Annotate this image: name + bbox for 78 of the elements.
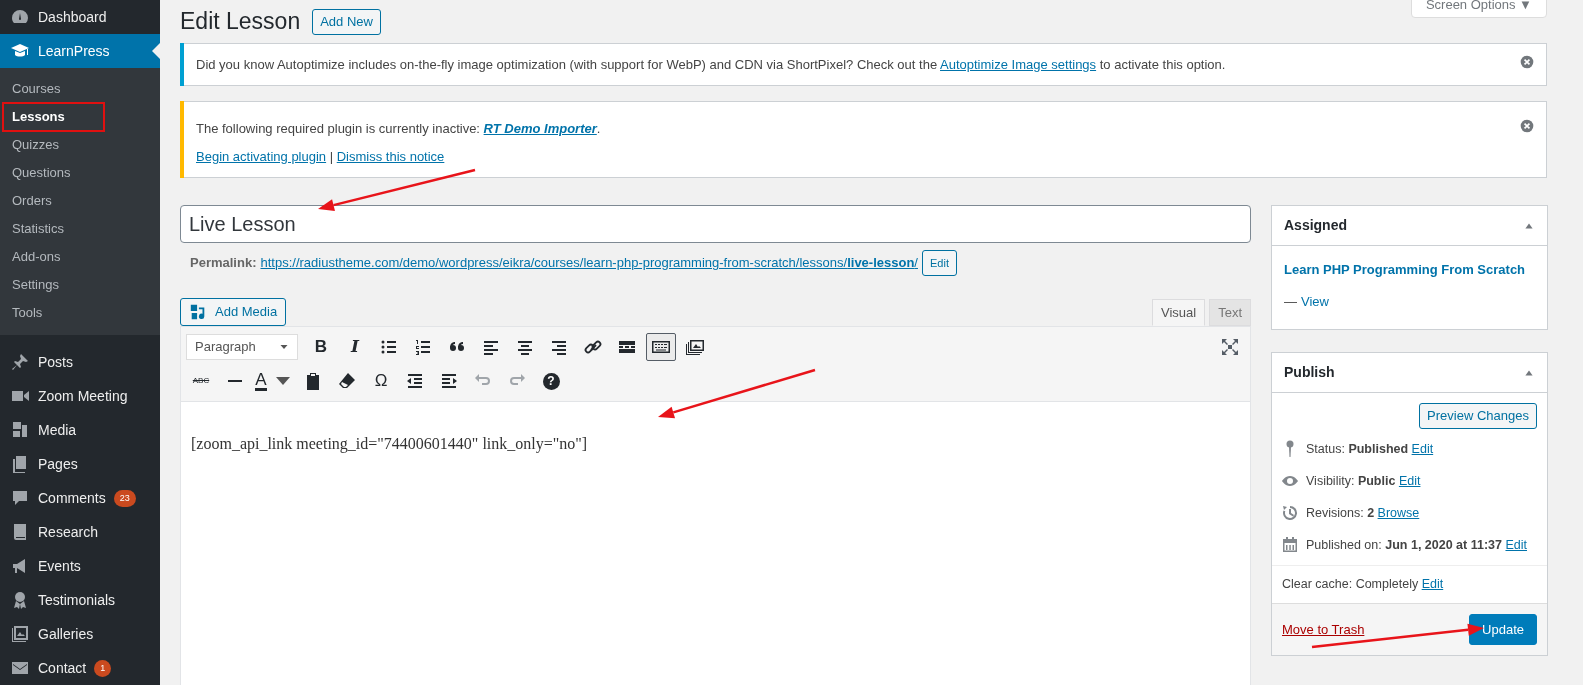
- sidebar-item[interactable]: Events: [0, 549, 160, 583]
- publish-status-text: Revisions: 2: [1306, 505, 1375, 520]
- format-dropdown[interactable]: Paragraph: [186, 334, 298, 361]
- submenu-item[interactable]: Tools: [0, 299, 160, 327]
- notice-text: The following required plugin is currently inactive: RT Demo Importer.: [196, 120, 601, 139]
- notice-text: Did you know Autoptimize includes on-the-fly image optimization (with support for WebP) and CDN via ShortPixel? Check out the Autoptimize Image settings to activate this option.: [196, 55, 1226, 74]
- sidebar-item[interactable]: Contact 1: [0, 651, 160, 685]
- submenu-item[interactable]: Courses: [0, 75, 160, 103]
- sidebar-item[interactable]: Galleries: [0, 617, 160, 651]
- strikethrough-button[interactable]: ABC: [186, 367, 216, 396]
- count-badge: 23: [113, 489, 136, 507]
- submenu-item[interactable]: Quizzes: [0, 131, 160, 159]
- submenu-item[interactable]: Settings: [0, 271, 160, 299]
- speech-bubble-icon: [10, 488, 30, 508]
- notice-text: Begin activating plugin | Dismiss this notice: [196, 147, 446, 166]
- notice-link[interactable]: Begin activating plugin: [196, 148, 327, 164]
- update-button[interactable]: Update: [1469, 613, 1537, 646]
- bold-button[interactable]: B: [306, 333, 336, 362]
- permalink-label: Permalink:: [190, 254, 257, 273]
- screen-options-button[interactable]: Screen Options ▼: [1410, 0, 1547, 18]
- publish-status-text: Status: Published: [1306, 441, 1409, 456]
- sidebar-item[interactable]: Posts: [0, 345, 160, 379]
- dismiss-icon: [1520, 119, 1534, 134]
- edit-permalink-button[interactable]: Edit: [922, 250, 957, 277]
- sidebar-item[interactable]: Research: [0, 515, 160, 549]
- add-media-button[interactable]: Add Media: [180, 298, 287, 327]
- italic-button[interactable]: I: [340, 333, 370, 362]
- publish-status-text: Visibility: Public: [1306, 473, 1396, 488]
- publish-status-text: Clear cache: Completely: [1282, 577, 1419, 592]
- sidebar-item[interactable]: LearnPress: [0, 34, 160, 68]
- submenu-item[interactable]: Questions: [0, 159, 160, 187]
- edit-link[interactable]: Edit: [1421, 577, 1444, 592]
- fullscreen-icon: [1220, 337, 1240, 358]
- permalink-url[interactable]: https://radiustheme.com/demo/wordpress/eikra/courses/learn-php-programming-from-scratch/lessons/live-lesson/: [260, 253, 918, 273]
- sidebar-item[interactable]: Media: [0, 413, 160, 447]
- sidebar-item[interactable]: Zoom Meeting: [0, 379, 160, 413]
- notice-link[interactable]: Dismiss this notice: [336, 148, 445, 164]
- edit-link[interactable]: Edit: [1398, 473, 1421, 488]
- help-button[interactable]: ?: [536, 367, 566, 396]
- editor-tab[interactable]: Visual: [1151, 298, 1206, 327]
- course-link[interactable]: Learn PHP Programming From Scratch: [1284, 260, 1526, 280]
- media-icon: [10, 420, 30, 440]
- dash-text: —: [1284, 292, 1297, 311]
- move-to-trash-link[interactable]: Move to Trash: [1282, 619, 1365, 640]
- submenu-item[interactable]: Orders: [0, 187, 160, 215]
- editor-tab[interactable]: Text: [1209, 298, 1251, 327]
- panel-title: Assigned: [1284, 216, 1347, 236]
- sidebar-item[interactable]: Comments 23: [0, 481, 160, 515]
- horizontal-line-icon: [228, 380, 242, 383]
- numbered-list-icon: [413, 337, 433, 358]
- browse-link[interactable]: Browse: [1377, 505, 1420, 520]
- edit-link[interactable]: Edit: [1505, 537, 1527, 552]
- publish-status-text: Published on: Jun 1, 2020 at 11:37: [1306, 537, 1502, 552]
- panel-title: Publish: [1284, 363, 1335, 383]
- pin-icon: [10, 352, 30, 372]
- media-icon: [189, 303, 207, 322]
- submenu-item[interactable]: Statistics: [0, 215, 160, 243]
- preview-changes-button[interactable]: Preview Changes: [1419, 403, 1537, 430]
- notice-link[interactable]: RT Demo Importer: [483, 121, 597, 137]
- sidebar-item[interactable]: Pages: [0, 447, 160, 481]
- editor-content[interactable]: [zoom_api_link meeting_id="74400601440" link_only="no"]: [181, 402, 1250, 685]
- text-color-button[interactable]: A: [254, 367, 294, 396]
- pictures-icon: [685, 337, 705, 358]
- gallery-icon: [10, 624, 30, 644]
- toolbar-toggle-button[interactable]: [646, 333, 676, 362]
- count-badge: 1: [94, 659, 112, 677]
- add-new-button[interactable]: Add New: [312, 8, 381, 35]
- page-title: Edit Lesson: [180, 8, 301, 36]
- submenu-item[interactable]: Add-ons: [0, 243, 160, 271]
- sidebar-item[interactable]: Testimonials: [0, 583, 160, 617]
- submenu-item[interactable]: Lessons: [3, 103, 104, 131]
- notice-link[interactable]: Autoptimize Image settings: [940, 56, 1097, 72]
- view-link[interactable]: View: [1301, 291, 1329, 312]
- dismiss-icon: [1520, 54, 1534, 69]
- special-character-button[interactable]: Ω: [366, 367, 396, 396]
- title-field[interactable]: Live Lesson: [180, 205, 1251, 244]
- edit-link[interactable]: Edit: [1411, 441, 1434, 456]
- sidebar-item[interactable]: Dashboard: [0, 0, 160, 34]
